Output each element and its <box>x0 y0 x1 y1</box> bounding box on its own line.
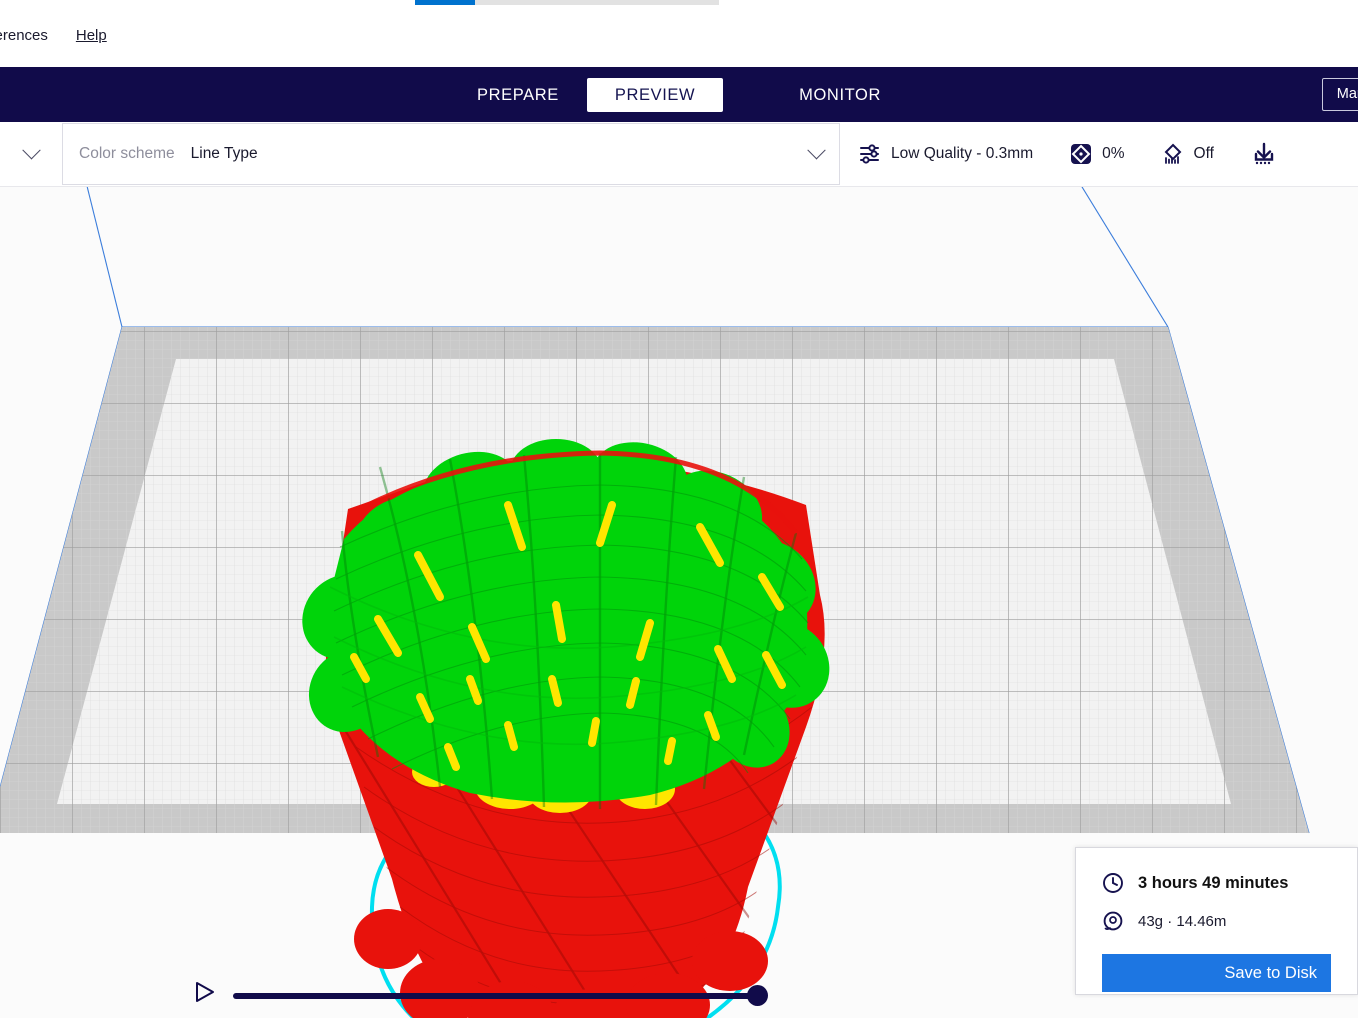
marketplace-button-label: Mark <box>1337 86 1358 102</box>
stage-tabs: PREPARE PREVIEW MONITOR <box>0 67 1358 122</box>
menu-item-help[interactable]: Help <box>62 5 121 67</box>
material-usage-value: 43g · 14.46m <box>1138 913 1226 930</box>
spool-icon <box>1102 910 1124 932</box>
tab-preview-label: PREVIEW <box>615 86 695 104</box>
menu-bar: eferences Help <box>0 5 1358 67</box>
quality-setting-value: Low Quality - 0.3mm <box>891 145 1033 163</box>
print-info-card: 3 hours 49 minutes 43g · 14.46m Save to … <box>1075 847 1358 995</box>
material-usage-row: 43g · 14.46m <box>1076 910 1357 932</box>
tab-prepare-label: PREPARE <box>477 86 559 104</box>
color-scheme-value: Line Type <box>191 145 258 163</box>
save-to-disk-button[interactable]: Save to Disk <box>1102 954 1331 992</box>
infill-icon <box>1069 142 1093 166</box>
print-time-row: 3 hours 49 minutes <box>1076 872 1357 894</box>
tab-monitor[interactable]: MONITOR <box>771 78 909 112</box>
marketplace-button[interactable]: Mark <box>1322 78 1358 111</box>
print-settings-summary: Low Quality - 0.3mm 0% <box>840 122 1358 186</box>
support-setting[interactable]: Off <box>1161 142 1214 166</box>
cura-application-window: eferences Help PREPARE PREVIEW MONITOR M… <box>0 0 1358 1018</box>
clock-icon <box>1102 872 1124 894</box>
color-scheme-dropdown[interactable]: Color scheme Line Type <box>62 123 840 185</box>
support-icon <box>1161 142 1185 166</box>
main-stage-nav: PREPARE PREVIEW MONITOR Mark <box>0 67 1358 122</box>
menu-item-help-label: Help <box>76 27 107 44</box>
chevron-down-icon <box>25 148 38 161</box>
download-to-disk-icon <box>1250 140 1278 168</box>
sliders-icon <box>858 142 882 166</box>
preview-toolbar: Color scheme Line Type <box>0 122 1358 187</box>
chevron-down-icon <box>810 148 823 161</box>
tab-prepare[interactable]: PREPARE <box>449 78 587 112</box>
view-mode-dropdown-button[interactable] <box>0 122 62 186</box>
menu-item-preferences[interactable]: eferences <box>0 5 62 67</box>
3d-viewport[interactable]: 3 hours 49 minutes 43g · 14.46m Save to … <box>0 187 1358 1018</box>
infill-setting-value: 0% <box>1102 145 1124 163</box>
tab-monitor-label: MONITOR <box>799 86 881 104</box>
infill-setting[interactable]: 0% <box>1069 142 1124 166</box>
tab-preview[interactable]: PREVIEW <box>587 78 723 112</box>
support-setting-value: Off <box>1194 145 1214 163</box>
save-to-disk-toolbar-button[interactable] <box>1250 140 1278 168</box>
quality-setting[interactable]: Low Quality - 0.3mm <box>858 142 1033 166</box>
print-time-value: 3 hours 49 minutes <box>1138 874 1288 893</box>
menu-item-preferences-label: eferences <box>0 27 48 44</box>
color-scheme-label: Color scheme <box>79 145 175 163</box>
